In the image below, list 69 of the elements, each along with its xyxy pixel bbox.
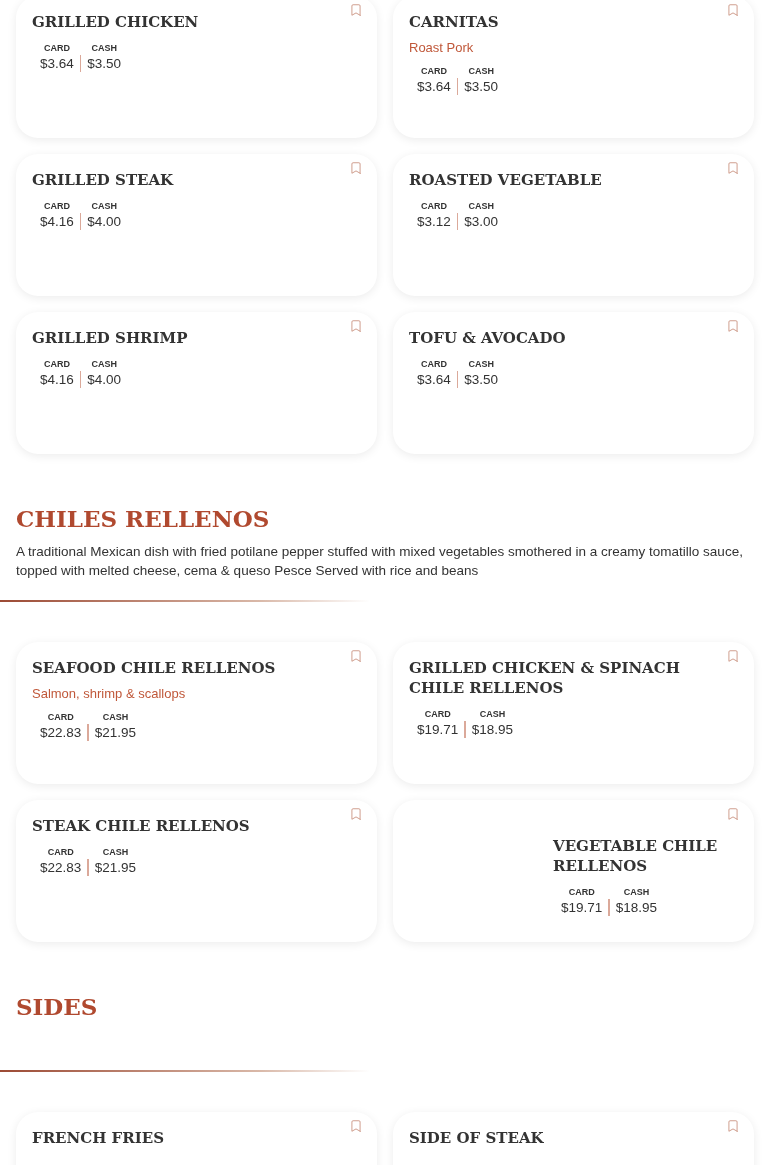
price-label: CASH	[623, 886, 650, 898]
price-label: CARD	[43, 200, 70, 212]
price-amount: $4.00	[87, 213, 122, 231]
section-heading: SIDES	[16, 992, 99, 1022]
price-label: CASH	[468, 200, 494, 212]
section-description: A traditional Mexican dish with fried potilane pepper stuffed with mixed vegetables smothered in a creamy tomatillo sauce, topped with melted cheese, cema & queso Pesce Served with rice and beans	[16, 543, 744, 580]
price-amount: $21.95	[94, 724, 137, 742]
item-name: ROASTED VEGETABLE	[409, 170, 602, 190]
price-label: CASH	[468, 358, 494, 370]
price-label: CARD	[47, 711, 74, 723]
price-amount: $3.64	[417, 371, 451, 389]
price-amount: $3.12	[417, 213, 451, 231]
item-name: STEAK CHILE RELLENOS	[32, 816, 250, 836]
price-amount: $3.50	[464, 78, 499, 96]
item-name: GRILLED SHRIMP	[32, 328, 188, 348]
price-label: CARD	[420, 65, 447, 77]
item-name: GRILLED CHICKEN & SPINACH CHILE RELLENOS	[409, 658, 681, 698]
item-name: FRENCH FRIES	[32, 1128, 164, 1148]
bookmark-icon[interactable]	[726, 649, 740, 663]
price-label: CASH	[479, 708, 506, 720]
price-amount: $18.95	[615, 899, 658, 917]
price-label: CASH	[91, 42, 117, 54]
section-heading: CHILES RELLENOS	[16, 504, 271, 534]
item-name: GRILLED CHICKEN	[32, 12, 199, 32]
price-amount: $19.71	[417, 721, 459, 739]
price-amount: $4.00	[87, 371, 122, 389]
price-label: CASH	[91, 200, 117, 212]
price-amount: $19.71	[561, 899, 603, 917]
item-name: SIDE OF STEAK	[409, 1128, 544, 1148]
price-label: CASH	[102, 846, 129, 858]
price-label: CARD	[568, 886, 595, 898]
bookmark-icon[interactable]	[349, 319, 363, 333]
price-amount: $3.00	[464, 213, 499, 231]
price-amount: $4.16	[40, 213, 74, 231]
item-description: Roast Pork	[409, 40, 475, 55]
price-label: CARD	[43, 42, 70, 54]
bookmark-icon[interactable]	[349, 649, 363, 663]
item-description: Salmon, shrimp & scallops	[32, 686, 187, 701]
price-amount: $3.64	[40, 55, 74, 73]
price-amount: $3.64	[417, 78, 451, 96]
item-name: VEGETABLE CHILE RELLENOS	[553, 836, 718, 876]
bookmark-icon[interactable]	[726, 319, 740, 333]
bookmark-icon[interactable]	[726, 1119, 740, 1133]
bookmark-icon[interactable]	[349, 807, 363, 821]
price-label: CASH	[91, 358, 117, 370]
bookmark-icon[interactable]	[726, 161, 740, 175]
price-label: CARD	[420, 200, 447, 212]
price-label: CARD	[424, 708, 451, 720]
price-label: CASH	[468, 65, 494, 77]
price-label: CASH	[102, 711, 129, 723]
price-amount: $21.95	[94, 859, 137, 877]
item-name: TOFU & AVOCADO	[409, 328, 566, 348]
bookmark-icon[interactable]	[726, 3, 740, 17]
bookmark-icon[interactable]	[726, 807, 740, 821]
item-name: GRILLED STEAK	[32, 170, 174, 190]
bookmark-icon[interactable]	[349, 3, 363, 17]
price-amount: $4.16	[40, 371, 74, 389]
price-amount: $3.50	[87, 55, 122, 73]
item-name: SEAFOOD CHILE RELLENOS	[32, 658, 276, 678]
price-label: CARD	[47, 846, 74, 858]
price-amount: $18.95	[471, 721, 514, 739]
bookmark-icon[interactable]	[349, 161, 363, 175]
bookmark-icon[interactable]	[349, 1119, 363, 1133]
price-amount: $22.83	[40, 724, 82, 742]
price-amount: $22.83	[40, 859, 82, 877]
price-amount: $3.50	[464, 371, 499, 389]
price-label: CARD	[420, 358, 447, 370]
price-label: CARD	[43, 358, 70, 370]
item-name: CARNITAS	[409, 12, 499, 32]
